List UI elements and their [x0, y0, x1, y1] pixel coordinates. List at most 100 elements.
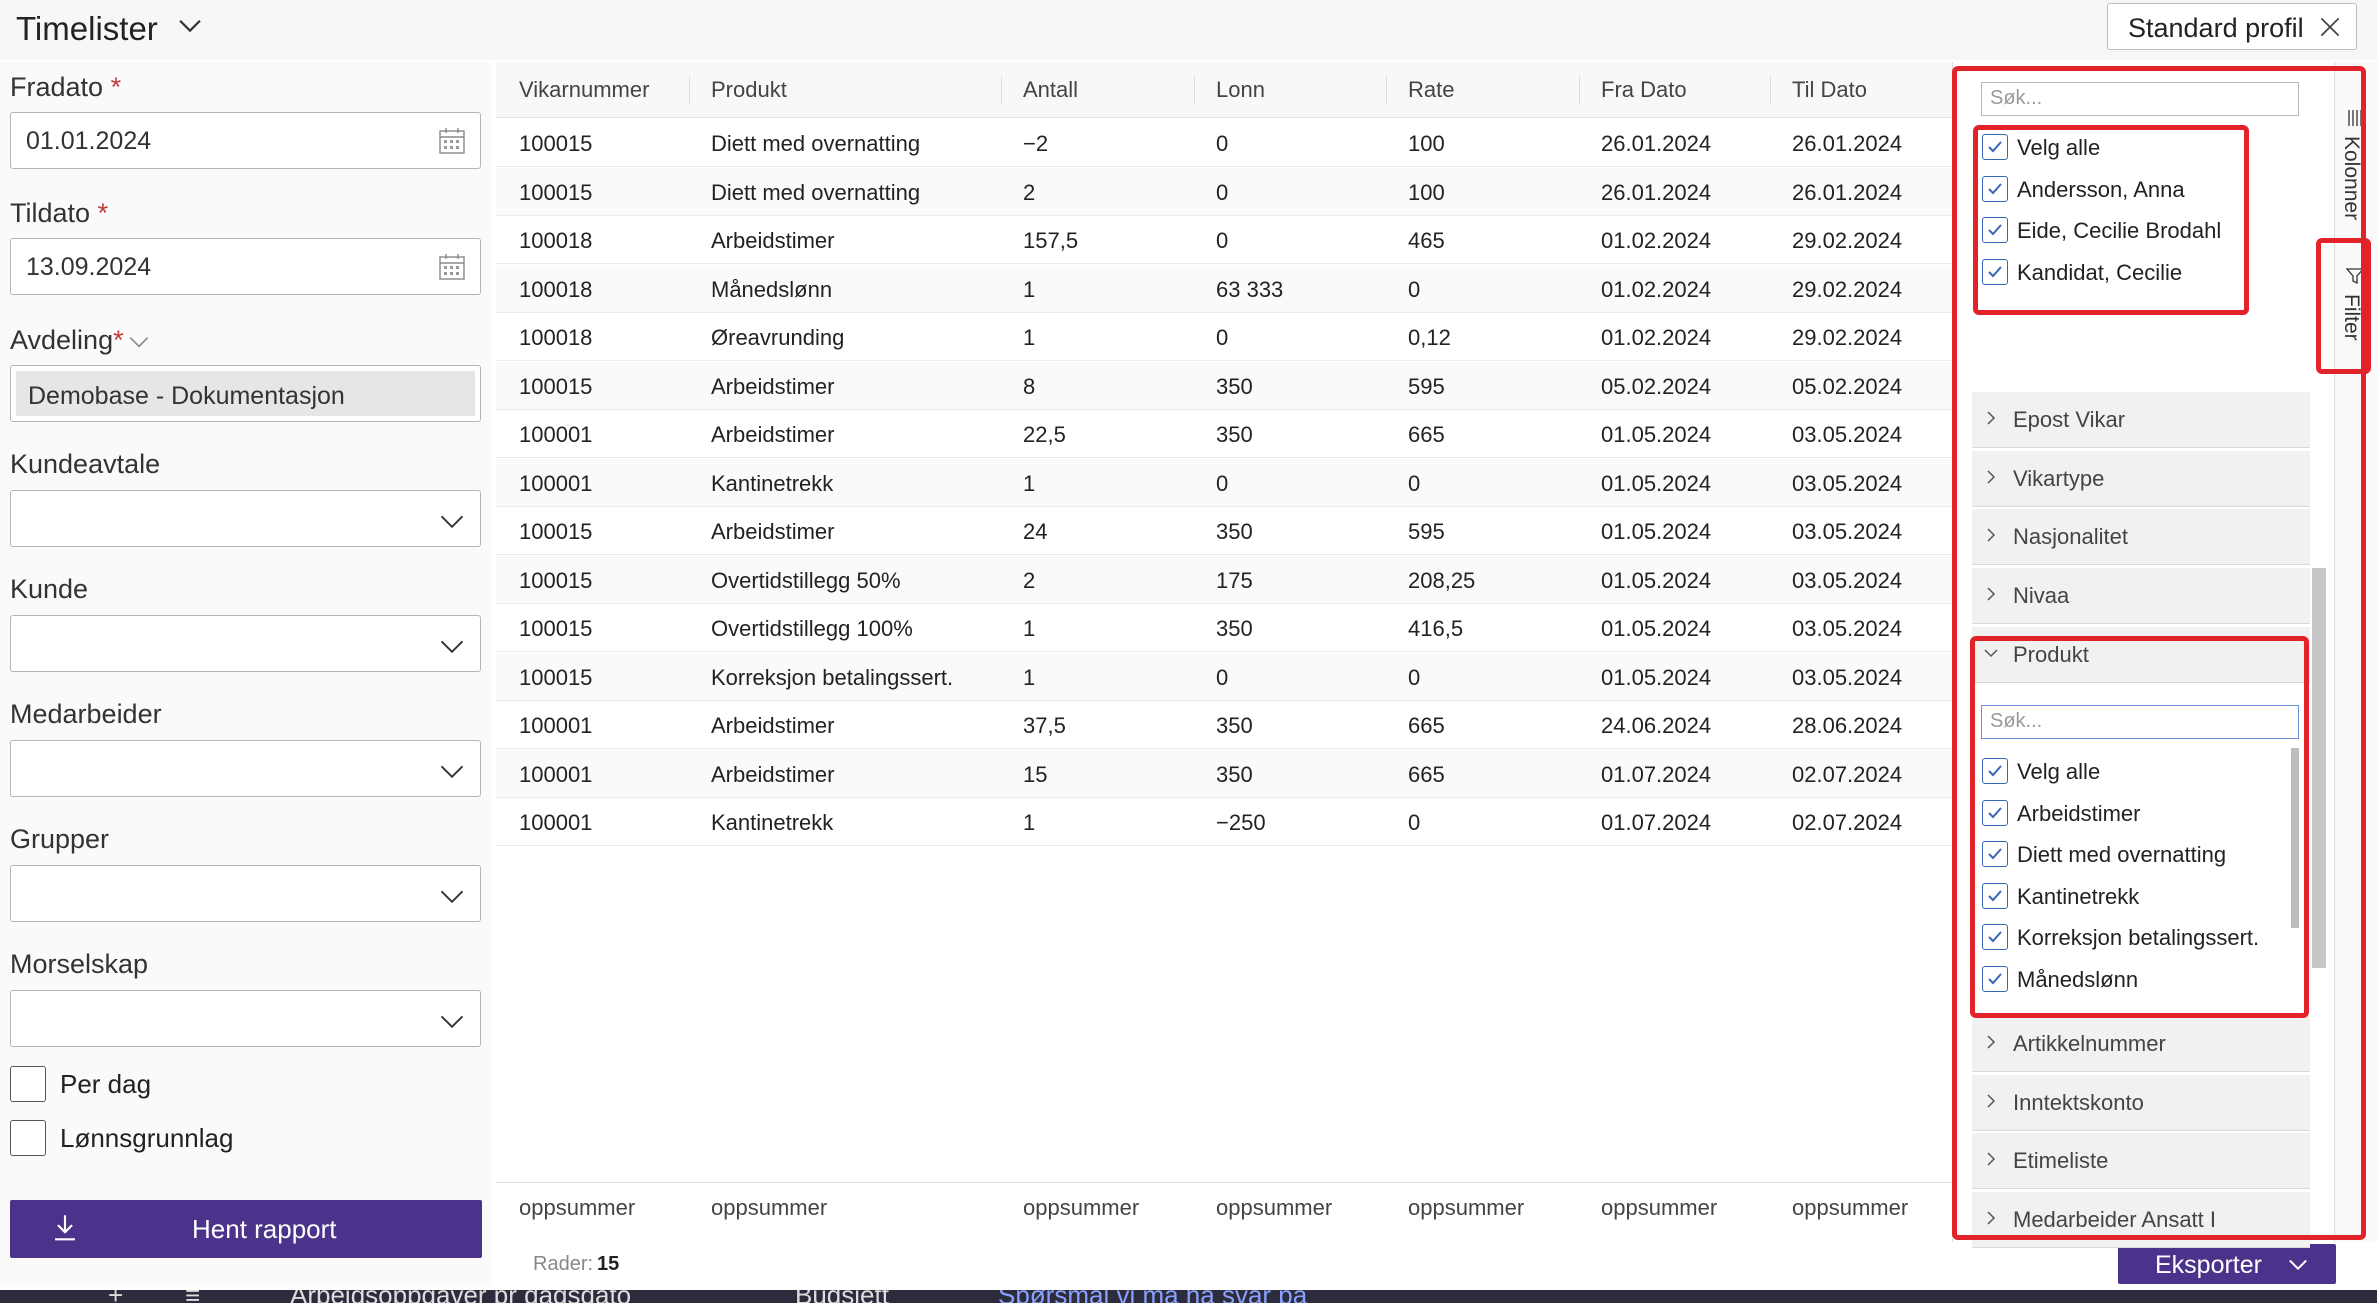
scrollbar[interactable] [2312, 568, 2326, 968]
column-header[interactable]: Fra Dato [1601, 77, 1687, 103]
table-cell: Diett med overnatting [711, 179, 921, 205]
per-dag-checkbox[interactable] [10, 1066, 46, 1102]
chevron-down-icon[interactable] [126, 329, 152, 355]
table-row[interactable]: 100001 Kantinetrekk 1 −250 0 01.07.2024 02.07.… [496, 798, 1952, 846]
filter-section[interactable]: Nasjonalitet [1972, 509, 2310, 565]
add-icon[interactable]: + [108, 1290, 123, 1303]
summary-cell[interactable]: oppsummer [1023, 1195, 1139, 1221]
table-row[interactable]: 100001 Arbeidstimer 37,5 350 665 24.06.2024 28… [496, 701, 1952, 749]
tab-kolonner[interactable]: Kolonner [2334, 100, 2377, 240]
table-cell: 24.06.2024 [1601, 713, 1712, 738]
grupper-dropdown[interactable] [10, 865, 481, 922]
sheet-tab[interactable]: Spørsmål vi må ha svar på [998, 1290, 1307, 1303]
table-row[interactable]: 100015 Arbeidstimer 8 350 595 05.02.2024 05.02… [496, 361, 1952, 410]
morselskap-dropdown[interactable] [10, 990, 481, 1047]
filter-section[interactable]: Nivaa [1972, 567, 2310, 624]
morselskap-label: Morselskap [10, 949, 149, 979]
summary-cell[interactable]: oppsummer [1601, 1195, 1717, 1221]
calendar-icon[interactable] [437, 252, 467, 282]
column-header[interactable]: Antall [1023, 77, 1078, 103]
table-cell: 1 [1023, 810, 1036, 835]
filter-section[interactable]: Etimeliste [1972, 1133, 2310, 1189]
table-row[interactable]: 100015 Diett med overnatting 2 0 100 26.01.20… [496, 167, 1952, 216]
sheet-tab[interactable]: Budsjett [795, 1290, 889, 1303]
chevron-down-icon [438, 632, 466, 660]
tab-filter[interactable]: Filter [2334, 258, 2377, 358]
filter-section[interactable]: Artikkelnummer [1972, 1016, 2310, 1072]
table-cell: Diett med overnatting [711, 131, 921, 156]
summary-cell[interactable]: oppsummer [1216, 1195, 1332, 1221]
lonnsgrunnlag-checkbox[interactable] [10, 1120, 46, 1156]
column-header[interactable]: Rate [1408, 77, 1454, 103]
tildato-input[interactable]: 13.09.2024 [10, 238, 481, 295]
table-row[interactable]: 100015 Korreksjon betalingssert. 1 0 0 01.05.… [496, 652, 1952, 701]
table-cell: 01.07.2024 [1601, 810, 1712, 835]
filter-section[interactable]: Epost Vikar [1972, 392, 2310, 448]
checkbox[interactable] [1982, 175, 2008, 202]
table-cell: 1 [1023, 664, 1036, 690]
scrollbar[interactable] [2291, 748, 2299, 928]
checkbox-label: Velg alle [2017, 135, 2101, 160]
table-row[interactable]: 100015 Overtidstillegg 50% 2 175 208,25 01.05… [496, 555, 1952, 604]
checkbox[interactable] [1982, 258, 2008, 285]
column-header[interactable]: Produkt [711, 77, 787, 103]
table-cell: Arbeidstimer [711, 761, 835, 787]
menu-icon[interactable]: ≡ [185, 1290, 200, 1303]
column-header[interactable]: Til Dato [1792, 77, 1867, 103]
table-row[interactable]: 100001 Kantinetrekk 1 0 0 01.05.2024 03.05.202… [496, 458, 1952, 507]
checkbox[interactable] [1982, 758, 2008, 784]
table-row[interactable]: 100015 Overtidstillegg 100% 1 350 416,5 01.05… [496, 604, 1952, 652]
checkbox[interactable] [1982, 965, 2008, 992]
column-header[interactable]: Lonn [1216, 77, 1265, 103]
table-cell: 01.02.2024 [1601, 325, 1712, 350]
table-row[interactable]: 100001 Arbeidstimer 22,5 350 665 01.05.2024 03… [496, 410, 1952, 458]
table-cell: 03.05.2024 [1792, 519, 1903, 544]
table-row[interactable]: 100015 Diett med overnatting −2 0 100 26.01.2… [496, 119, 1952, 167]
checkbox[interactable] [1982, 841, 2008, 867]
checkbox[interactable] [1982, 134, 2008, 160]
table-cell: Arbeidstimer [711, 228, 835, 253]
checkbox[interactable] [1982, 882, 2008, 909]
checkbox-label: Arbeidstimer [2017, 800, 2141, 826]
filter-section[interactable]: Inntektskonto [1972, 1074, 2310, 1131]
profile-selector[interactable]: Standard profil [2107, 3, 2357, 50]
hent-rapport-button[interactable]: Hent rapport [10, 1200, 482, 1258]
summary-cell[interactable]: oppsummer [519, 1195, 635, 1221]
summary-cell[interactable]: oppsummer [1408, 1195, 1524, 1221]
table-cell: 26.01.2024 [1792, 131, 1903, 156]
filter-search-input[interactable]: Søk... [1981, 82, 2299, 116]
table-row[interactable]: 100018 Øreavrunding 1 0 0,12 01.02.2024 29.02.… [496, 313, 1952, 361]
kunde-dropdown[interactable] [10, 615, 481, 672]
filter-section[interactable]: Vikartype [1972, 450, 2310, 507]
table-cell: 100001 [519, 470, 593, 496]
calendar-icon[interactable] [437, 126, 467, 156]
table-row[interactable]: 100001 Arbeidstimer 15 350 665 01.07.2024 02.0… [496, 749, 1952, 798]
sheet-tab[interactable]: Arbeidsoppgaver pr dagsdato [290, 1290, 631, 1303]
summary-cell[interactable]: oppsummer [1792, 1195, 1908, 1221]
table-cell: 100018 [519, 228, 593, 253]
table-row[interactable]: 100018 Månedslønn 1 63 333 0 01.02.2024 29.02.… [496, 264, 1952, 313]
filter-section-produkt[interactable]: Produkt [1972, 627, 2310, 683]
column-header[interactable]: Vikarnummer [519, 77, 649, 103]
close-icon[interactable] [2317, 14, 2343, 40]
table-cell: Arbeidstimer [711, 373, 835, 399]
checkbox[interactable] [1982, 799, 2008, 826]
table-cell: 63 333 [1216, 276, 1284, 302]
checkbox[interactable] [1982, 217, 2008, 243]
checkbox[interactable] [1982, 924, 2008, 950]
table-row[interactable]: 100018 Arbeidstimer 157,5 0 465 01.02.2024 29.… [496, 216, 1952, 264]
table-cell: 01.05.2024 [1601, 664, 1712, 690]
table-cell: 0 [1216, 179, 1229, 205]
medarbeider-dropdown[interactable] [10, 740, 481, 797]
chevron-down-icon[interactable] [173, 8, 207, 42]
kundeavtale-dropdown[interactable] [10, 490, 481, 547]
filter-section[interactable]: Medarbeider Ansatt I [1972, 1191, 2310, 1248]
table-cell: 100015 [519, 616, 593, 641]
fradato-input[interactable]: 01.01.2024 [10, 112, 481, 169]
table-cell: 03.05.2024 [1792, 422, 1903, 447]
avdeling-select[interactable]: Demobase - Dokumentasjon [10, 365, 481, 422]
produkt-search-input[interactable]: Søk... [1981, 705, 2299, 739]
table-row[interactable]: 100015 Arbeidstimer 24 350 595 01.05.2024 03.0… [496, 507, 1952, 555]
eksporter-button[interactable]: Eksporter [2118, 1244, 2336, 1284]
summary-cell[interactable]: oppsummer [711, 1195, 827, 1221]
